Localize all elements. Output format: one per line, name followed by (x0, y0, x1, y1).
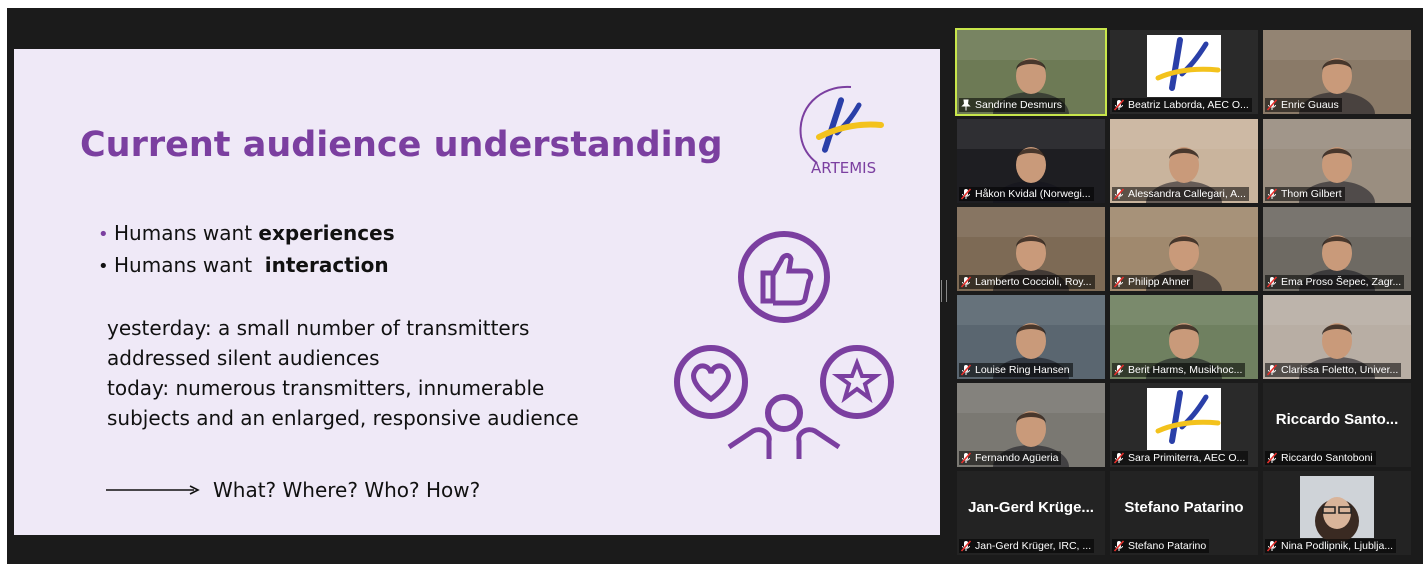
participant-tile[interactable]: Fernando Agüeria (957, 383, 1105, 467)
mic-muted-icon (1266, 99, 1278, 111)
audience-illustration (674, 231, 894, 459)
participant-nameplate: Sandrine Desmurs (959, 98, 1065, 112)
participant-tile[interactable]: Håkon Kvidal (Norwegi... (957, 119, 1105, 203)
participant-display-name: Jan-Gerd Krüge... (968, 499, 1094, 516)
participant-nameplate: Berit Harms, Musikhoc... (1112, 363, 1246, 377)
mic-muted-icon (1266, 540, 1278, 552)
participant-nameplate: Stefano Patarino (1112, 539, 1210, 553)
participant-name: Clarissa Foletto, Univer... (1281, 364, 1399, 376)
participant-name: Sandrine Desmurs (975, 99, 1062, 111)
participant-name: Alessandra Callegari, A... (1128, 188, 1246, 200)
mic-muted-icon (960, 364, 972, 376)
participant-name: Berit Harms, Musikhoc... (1128, 364, 1243, 376)
participant-display-name: Riccardo Santo... (1275, 411, 1399, 428)
participant-nameplate: Philipp Ahner (1112, 275, 1193, 289)
mic-muted-icon (1266, 276, 1278, 288)
participant-name: Håkon Kvidal (Norwegi... (975, 188, 1091, 200)
participant-tile[interactable]: Riccardo Santo... Riccardo Santoboni (1263, 383, 1411, 467)
participant-nameplate: Riccardo Santoboni (1265, 451, 1376, 465)
mic-muted-icon (960, 276, 972, 288)
participant-name: Beatriz Laborda, AEC O... (1128, 99, 1249, 111)
participant-nameplate: Håkon Kvidal (Norwegi... (959, 187, 1094, 201)
participant-tile[interactable]: Sandrine Desmurs (955, 28, 1107, 116)
participant-name: Thom Gilbert (1281, 188, 1342, 200)
mic-muted-icon (1113, 364, 1125, 376)
participant-nameplate: Beatriz Laborda, AEC O... (1112, 98, 1252, 112)
participant-nameplate: Ema Proso Šepec, Zagr... (1265, 275, 1405, 289)
arrow-right-icon (106, 485, 200, 495)
shared-slide: Current audience understanding ARTEMIS •… (14, 49, 940, 535)
mic-muted-icon (1266, 188, 1278, 200)
participant-name: Sara Primiterra, AEC O... (1128, 452, 1246, 464)
mic-muted-icon (1113, 540, 1125, 552)
mic-muted-icon (960, 452, 972, 464)
participant-tile[interactable]: Alessandra Callegari, A... (1110, 119, 1258, 203)
mic-muted-icon (1113, 99, 1125, 111)
participant-tile[interactable]: Berit Harms, Musikhoc... (1110, 295, 1258, 379)
participant-name: Stefano Patarino (1128, 540, 1207, 552)
participant-name: Philipp Ahner (1128, 276, 1190, 288)
participant-tile[interactable]: Jan-Gerd Krüge... Jan-Gerd Krüger, IRC, .… (957, 471, 1105, 555)
mic-muted-icon (1113, 188, 1125, 200)
participant-nameplate: Clarissa Foletto, Univer... (1265, 363, 1402, 377)
participant-tile[interactable]: Louise Ring Hansen (957, 295, 1105, 379)
participant-name: Riccardo Santoboni (1281, 452, 1373, 464)
participant-display-name: Stefano Patarino (1124, 499, 1244, 516)
participant-tile[interactable]: Thom Gilbert (1263, 119, 1411, 203)
participant-tile[interactable]: Ema Proso Šepec, Zagr... (1263, 207, 1411, 291)
participant-nameplate: Alessandra Callegari, A... (1112, 187, 1249, 201)
slide-paragraph: yesterday: a small number of transmitter… (107, 316, 579, 430)
mic-muted-icon (1113, 276, 1125, 288)
bullet-item: • Humans want experiences (98, 221, 395, 245)
slide-title: Current audience understanding (80, 125, 723, 165)
participant-nameplate: Lamberto Coccioli, Roy... (959, 275, 1095, 289)
split-view-handle[interactable] (941, 280, 947, 302)
participant-tile[interactable]: Beatriz Laborda, AEC O... (1110, 30, 1258, 114)
participant-tile[interactable]: Nina Podlipnik, Ljublja... (1263, 471, 1411, 555)
participant-nameplate: Enric Guaus (1265, 98, 1342, 112)
participant-nameplate: Fernando Agüeria (959, 451, 1062, 465)
participant-nameplate: Jan-Gerd Krüger, IRC, ... (959, 539, 1095, 553)
participant-tile[interactable]: Enric Guaus (1263, 30, 1411, 114)
pin-icon (961, 99, 971, 111)
participant-nameplate: Nina Podlipnik, Ljublja... (1265, 539, 1397, 553)
participant-name: Enric Guaus (1281, 99, 1339, 111)
mic-muted-icon (960, 188, 972, 200)
logo-text: ARTEMIS (811, 159, 876, 177)
participant-nameplate: Louise Ring Hansen (959, 363, 1073, 377)
bullet-list: • Humans want experiences • Humans want in… (98, 218, 395, 282)
bullet-item: • Humans want interaction (98, 253, 389, 277)
participant-tile[interactable]: Lamberto Coccioli, Roy... (957, 207, 1105, 291)
participant-name: Louise Ring Hansen (975, 364, 1070, 376)
mic-muted-icon (1113, 452, 1125, 464)
participant-name: Ema Proso Šepec, Zagr... (1281, 276, 1402, 288)
mic-muted-icon (1266, 452, 1278, 464)
participant-name: Nina Podlipnik, Ljublja... (1281, 540, 1394, 552)
participant-tile[interactable]: Clarissa Foletto, Univer... (1263, 295, 1411, 379)
questions-text: What? Where? Who? How? (213, 478, 481, 502)
participant-name: Jan-Gerd Krüger, IRC, ... (975, 540, 1092, 552)
participant-name: Fernando Agüeria (975, 452, 1059, 464)
participant-tile[interactable]: Sara Primiterra, AEC O... (1110, 383, 1258, 467)
artemis-logo: ARTEMIS (799, 85, 884, 177)
participant-nameplate: Sara Primiterra, AEC O... (1112, 451, 1249, 465)
mic-muted-icon (960, 540, 972, 552)
questions-row: What? Where? Who? How? (106, 475, 480, 505)
participant-nameplate: Thom Gilbert (1265, 187, 1345, 201)
participant-name: Lamberto Coccioli, Roy... (975, 276, 1092, 288)
participant-tile[interactable]: Stefano Patarino Stefano Patarino (1110, 471, 1258, 555)
mic-muted-icon (1266, 364, 1278, 376)
participant-tile[interactable]: Philipp Ahner (1110, 207, 1258, 291)
